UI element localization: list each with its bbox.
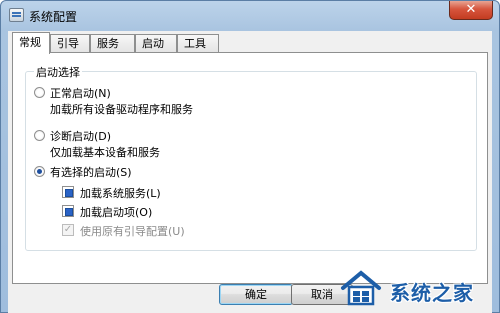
watermark-text: 系统之家 [390, 281, 474, 305]
tab-startup[interactable]: 启动 [135, 34, 177, 53]
startup-selection-group: 启动选择 正常启动(N) 加载所有设备驱动程序和服务 诊断启动(D) 仅加载基本… [25, 64, 477, 251]
load-system-services-label[interactable]: 加载系统服务(L) [80, 185, 161, 201]
diagnostic-startup-radio[interactable] [34, 130, 45, 141]
watermark-logo: 系统之家 [340, 266, 500, 313]
group-title: 启动选择 [34, 64, 82, 80]
close-button[interactable]: ✕ [449, 1, 493, 20]
load-startup-items-checkbox[interactable] [62, 205, 74, 217]
tab-general[interactable]: 常规 [12, 32, 50, 54]
diagnostic-startup-label[interactable]: 诊断启动(D) [50, 128, 111, 144]
normal-startup-desc: 加载所有设备驱动程序和服务 [50, 103, 193, 116]
use-original-boot-config-checkbox: ✓ [62, 224, 74, 236]
app-icon [9, 8, 24, 22]
load-system-services-checkbox[interactable] [62, 186, 74, 198]
tab-boot[interactable]: 引导 [50, 34, 90, 53]
normal-startup-radio[interactable] [34, 87, 45, 98]
ok-button[interactable]: 确定 [219, 284, 293, 305]
selective-startup-radio[interactable] [34, 166, 45, 177]
load-startup-items-label[interactable]: 加载启动项(O) [80, 204, 152, 220]
title-bar[interactable]: 系统配置 ✕ [1, 1, 499, 31]
selective-startup-label[interactable]: 有选择的启动(S) [50, 164, 132, 180]
diagnostic-startup-desc: 仅加载基本设备和服务 [50, 146, 160, 159]
tab-tools[interactable]: 工具 [177, 34, 219, 53]
house-icon [341, 270, 381, 306]
window-title: 系统配置 [29, 10, 78, 24]
tab-services[interactable]: 服务 [90, 34, 135, 53]
use-original-boot-config-label: 使用原有引导配置(U) [80, 225, 185, 238]
normal-startup-label[interactable]: 正常启动(N) [50, 85, 111, 101]
general-tab-panel: 启动选择 正常启动(N) 加载所有设备驱动程序和服务 诊断启动(D) 仅加载基本… [12, 52, 488, 284]
